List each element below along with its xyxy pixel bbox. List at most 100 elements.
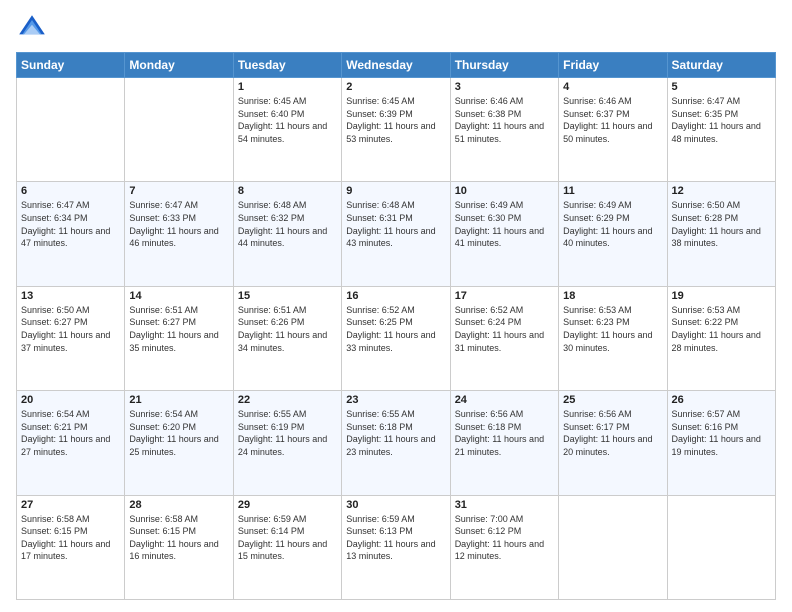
calendar-week-3: 13Sunrise: 6:50 AM Sunset: 6:27 PM Dayli… xyxy=(17,286,776,390)
day-info: Sunrise: 6:54 AM Sunset: 6:20 PM Dayligh… xyxy=(129,408,228,458)
day-info: Sunrise: 6:58 AM Sunset: 6:15 PM Dayligh… xyxy=(129,513,228,563)
calendar-cell: 10 Sunrise: 6:49 AM Sunset: 6:30 PM Dayli… xyxy=(450,182,558,286)
day-number: 30 xyxy=(346,499,445,511)
calendar-week-1: 1 Sunrise: 6:45 AM Sunset: 6:40 PM Daylig… xyxy=(17,78,776,182)
day-info: Sunrise: 6:52 AM Sunset: 6:24 PM Dayligh… xyxy=(455,304,554,354)
day-number: 25 xyxy=(563,394,662,406)
calendar-cell: 22Sunrise: 6:55 AM Sunset: 6:19 PM Dayli… xyxy=(233,391,341,495)
day-number: 1 xyxy=(238,81,337,93)
calendar-header-row: SundayMondayTuesdayWednesdayThursdayFrid… xyxy=(17,53,776,78)
calendar-cell: 15 Sunrise: 6:51 AM Sunset: 6:26 PM Dayli… xyxy=(233,286,341,390)
day-info: Sunrise: 6:45 AM Sunset: 6:40 PM Dayligh… xyxy=(238,95,337,145)
day-info: Sunrise: 6:47 AM Sunset: 6:34 PM Dayligh… xyxy=(21,199,120,249)
calendar-cell: 5Sunrise: 6:47 AM Sunset: 6:35 PM Daylig… xyxy=(667,78,775,182)
calendar-cell xyxy=(125,78,233,182)
calendar-cell: 12 Sunrise: 6:50 AM Sunset: 6:28 PM Dayli… xyxy=(667,182,775,286)
day-number: 7 xyxy=(129,185,228,197)
day-number: 6 xyxy=(21,185,120,197)
logo xyxy=(16,12,54,44)
weekday-header-friday: Friday xyxy=(559,53,667,78)
calendar-cell: 16 Sunrise: 6:52 AM Sunset: 6:25 PM Dayli… xyxy=(342,286,450,390)
calendar-cell: 21 Sunrise: 6:54 AM Sunset: 6:20 PM Dayli… xyxy=(125,391,233,495)
calendar-week-4: 20Sunrise: 6:54 AM Sunset: 6:21 PM Dayli… xyxy=(17,391,776,495)
day-info: Sunrise: 6:56 AM Sunset: 6:18 PM Dayligh… xyxy=(455,408,554,458)
day-info: Sunrise: 6:49 AM Sunset: 6:30 PM Dayligh… xyxy=(455,199,554,249)
calendar-week-5: 27 Sunrise: 6:58 AM Sunset: 6:15 PM Dayli… xyxy=(17,495,776,599)
day-number: 21 xyxy=(129,394,228,406)
day-info: Sunrise: 6:53 AM Sunset: 6:22 PM Dayligh… xyxy=(672,304,771,354)
day-number: 22 xyxy=(238,394,337,406)
day-info: Sunrise: 6:53 AM Sunset: 6:23 PM Dayligh… xyxy=(563,304,662,354)
calendar-cell: 14 Sunrise: 6:51 AM Sunset: 6:27 PM Dayli… xyxy=(125,286,233,390)
day-number: 16 xyxy=(346,290,445,302)
calendar-cell: 9 Sunrise: 6:48 AM Sunset: 6:31 PM Daylig… xyxy=(342,182,450,286)
weekday-header-wednesday: Wednesday xyxy=(342,53,450,78)
day-number: 20 xyxy=(21,394,120,406)
day-number: 27 xyxy=(21,499,120,511)
day-info: Sunrise: 6:57 AM Sunset: 6:16 PM Dayligh… xyxy=(672,408,771,458)
day-number: 10 xyxy=(455,185,554,197)
weekday-header-saturday: Saturday xyxy=(667,53,775,78)
day-number: 12 xyxy=(672,185,771,197)
day-number: 29 xyxy=(238,499,337,511)
day-info: Sunrise: 6:55 AM Sunset: 6:18 PM Dayligh… xyxy=(346,408,445,458)
calendar-cell: 27 Sunrise: 6:58 AM Sunset: 6:15 PM Dayli… xyxy=(17,495,125,599)
calendar-cell: 18 Sunrise: 6:53 AM Sunset: 6:23 PM Dayli… xyxy=(559,286,667,390)
day-info: Sunrise: 6:49 AM Sunset: 6:29 PM Dayligh… xyxy=(563,199,662,249)
day-info: Sunrise: 6:48 AM Sunset: 6:32 PM Dayligh… xyxy=(238,199,337,249)
day-info: Sunrise: 6:46 AM Sunset: 6:37 PM Dayligh… xyxy=(563,95,662,145)
weekday-header-tuesday: Tuesday xyxy=(233,53,341,78)
day-number: 5 xyxy=(672,81,771,93)
calendar-cell xyxy=(17,78,125,182)
weekday-header-thursday: Thursday xyxy=(450,53,558,78)
day-info: Sunrise: 6:58 AM Sunset: 6:15 PM Dayligh… xyxy=(21,513,120,563)
day-number: 26 xyxy=(672,394,771,406)
calendar-cell: 20Sunrise: 6:54 AM Sunset: 6:21 PM Dayli… xyxy=(17,391,125,495)
calendar-table: SundayMondayTuesdayWednesdayThursdayFrid… xyxy=(16,52,776,600)
day-info: Sunrise: 6:50 AM Sunset: 6:28 PM Dayligh… xyxy=(672,199,771,249)
calendar-cell xyxy=(559,495,667,599)
day-info: Sunrise: 6:52 AM Sunset: 6:25 PM Dayligh… xyxy=(346,304,445,354)
calendar-cell: 7Sunrise: 6:47 AM Sunset: 6:33 PM Daylig… xyxy=(125,182,233,286)
day-info: Sunrise: 6:56 AM Sunset: 6:17 PM Dayligh… xyxy=(563,408,662,458)
day-number: 14 xyxy=(129,290,228,302)
calendar-cell: 31 Sunrise: 7:00 AM Sunset: 6:12 PM Dayli… xyxy=(450,495,558,599)
calendar-cell: 11 Sunrise: 6:49 AM Sunset: 6:29 PM Dayli… xyxy=(559,182,667,286)
logo-icon xyxy=(16,12,48,44)
day-info: Sunrise: 6:59 AM Sunset: 6:13 PM Dayligh… xyxy=(346,513,445,563)
calendar-cell: 6 Sunrise: 6:47 AM Sunset: 6:34 PM Daylig… xyxy=(17,182,125,286)
day-number: 23 xyxy=(346,394,445,406)
calendar-cell: 2 Sunrise: 6:45 AM Sunset: 6:39 PM Daylig… xyxy=(342,78,450,182)
day-info: Sunrise: 6:51 AM Sunset: 6:26 PM Dayligh… xyxy=(238,304,337,354)
calendar-cell: 28Sunrise: 6:58 AM Sunset: 6:15 PM Dayli… xyxy=(125,495,233,599)
day-info: Sunrise: 6:45 AM Sunset: 6:39 PM Dayligh… xyxy=(346,95,445,145)
calendar-week-2: 6 Sunrise: 6:47 AM Sunset: 6:34 PM Daylig… xyxy=(17,182,776,286)
day-info: Sunrise: 6:51 AM Sunset: 6:27 PM Dayligh… xyxy=(129,304,228,354)
calendar-cell: 3Sunrise: 6:46 AM Sunset: 6:38 PM Daylig… xyxy=(450,78,558,182)
day-number: 11 xyxy=(563,185,662,197)
day-number: 15 xyxy=(238,290,337,302)
calendar-cell: 19Sunrise: 6:53 AM Sunset: 6:22 PM Dayli… xyxy=(667,286,775,390)
day-number: 4 xyxy=(563,81,662,93)
day-number: 9 xyxy=(346,185,445,197)
calendar-cell: 30 Sunrise: 6:59 AM Sunset: 6:13 PM Dayli… xyxy=(342,495,450,599)
day-info: Sunrise: 6:48 AM Sunset: 6:31 PM Dayligh… xyxy=(346,199,445,249)
page: SundayMondayTuesdayWednesdayThursdayFrid… xyxy=(0,0,792,612)
calendar-cell: 24 Sunrise: 6:56 AM Sunset: 6:18 PM Dayli… xyxy=(450,391,558,495)
day-number: 18 xyxy=(563,290,662,302)
day-info: Sunrise: 6:50 AM Sunset: 6:27 PM Dayligh… xyxy=(21,304,120,354)
weekday-header-monday: Monday xyxy=(125,53,233,78)
day-number: 24 xyxy=(455,394,554,406)
day-number: 2 xyxy=(346,81,445,93)
day-number: 31 xyxy=(455,499,554,511)
weekday-header-sunday: Sunday xyxy=(17,53,125,78)
calendar-cell: 8 Sunrise: 6:48 AM Sunset: 6:32 PM Daylig… xyxy=(233,182,341,286)
day-number: 17 xyxy=(455,290,554,302)
day-number: 8 xyxy=(238,185,337,197)
calendar-cell: 26 Sunrise: 6:57 AM Sunset: 6:16 PM Dayli… xyxy=(667,391,775,495)
calendar-cell: 25 Sunrise: 6:56 AM Sunset: 6:17 PM Dayli… xyxy=(559,391,667,495)
calendar-cell: 29Sunrise: 6:59 AM Sunset: 6:14 PM Dayli… xyxy=(233,495,341,599)
calendar-cell: 23 Sunrise: 6:55 AM Sunset: 6:18 PM Dayli… xyxy=(342,391,450,495)
day-info: Sunrise: 7:00 AM Sunset: 6:12 PM Dayligh… xyxy=(455,513,554,563)
calendar-cell xyxy=(667,495,775,599)
